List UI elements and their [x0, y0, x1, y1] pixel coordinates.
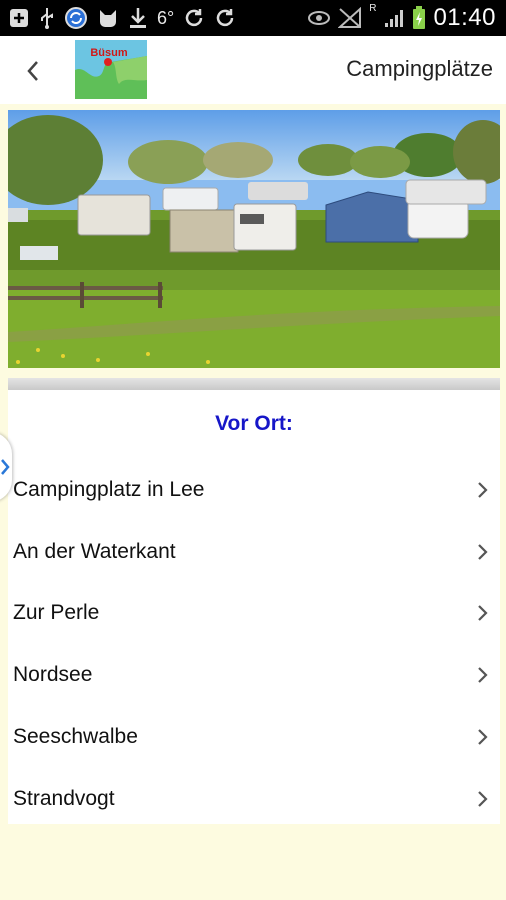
list-item-seeschwalbe[interactable]: Seeschwalbe	[8, 707, 500, 767]
no-signal-icon	[338, 7, 362, 28]
list-item-label: Nordsee	[13, 663, 93, 686]
list-item-nordsee[interactable]: Nordsee	[8, 645, 500, 705]
divider	[8, 378, 500, 390]
list-item-label: Zur Perle	[13, 601, 100, 624]
section-title: Vor Ort:	[215, 412, 293, 435]
action-bar: Büsum Campingplätze	[0, 36, 506, 104]
weather-temp: 6°	[157, 8, 175, 28]
list-item-label: Campingplatz in Lee	[13, 478, 205, 501]
chevron-left-icon	[27, 61, 38, 81]
app-logo[interactable]: Büsum	[75, 40, 147, 99]
list-item-zur-perle[interactable]: Zur Perle	[8, 583, 500, 643]
battery-charging-icon	[413, 6, 426, 29]
campsite-photo	[8, 110, 500, 368]
map-logo-icon: Büsum	[75, 40, 147, 99]
chevron-right-icon	[478, 544, 488, 560]
clock: 01:40	[433, 4, 496, 31]
status-bar: 6° R 01:40	[0, 0, 506, 36]
list-item-campingplatz-in-lee[interactable]: Campingplatz in Lee	[8, 460, 500, 520]
list-item-label: An der Waterkant	[13, 540, 176, 563]
campsite-illustration	[8, 110, 500, 368]
refresh-icon	[185, 9, 203, 27]
chevron-right-icon	[478, 667, 488, 683]
chevron-right-icon	[478, 791, 488, 807]
notification-icons: 6°	[8, 6, 236, 30]
page-title: Campingplätze	[346, 56, 493, 81]
list-item-an-der-waterkant[interactable]: An der Waterkant	[8, 522, 500, 582]
chevron-right-icon	[478, 482, 488, 498]
list-panel: Vor Ort: Campingplatz in Lee An der Wate…	[8, 390, 500, 824]
signal-icon	[385, 10, 404, 27]
back-button[interactable]	[18, 56, 48, 86]
drawer-handle[interactable]	[0, 432, 12, 502]
cat-icon	[100, 10, 116, 27]
chevron-right-icon	[478, 605, 488, 621]
refresh-icon	[216, 9, 234, 27]
roaming-label: R	[369, 3, 377, 14]
chevron-right-icon	[478, 729, 488, 745]
chevron-right-icon	[1, 459, 10, 475]
list-item-label: Strandvogt	[13, 787, 115, 810]
eye-icon	[308, 11, 331, 25]
plus-box-icon	[10, 9, 28, 27]
sync-app-icon	[65, 7, 87, 29]
svg-text:Büsum: Büsum	[90, 47, 128, 59]
list-item-strandvogt[interactable]: Strandvogt	[8, 769, 500, 829]
usb-icon	[41, 8, 53, 29]
list-item-label: Seeschwalbe	[13, 725, 138, 748]
system-icons: R 01:40	[307, 4, 496, 32]
download-icon	[130, 8, 146, 28]
